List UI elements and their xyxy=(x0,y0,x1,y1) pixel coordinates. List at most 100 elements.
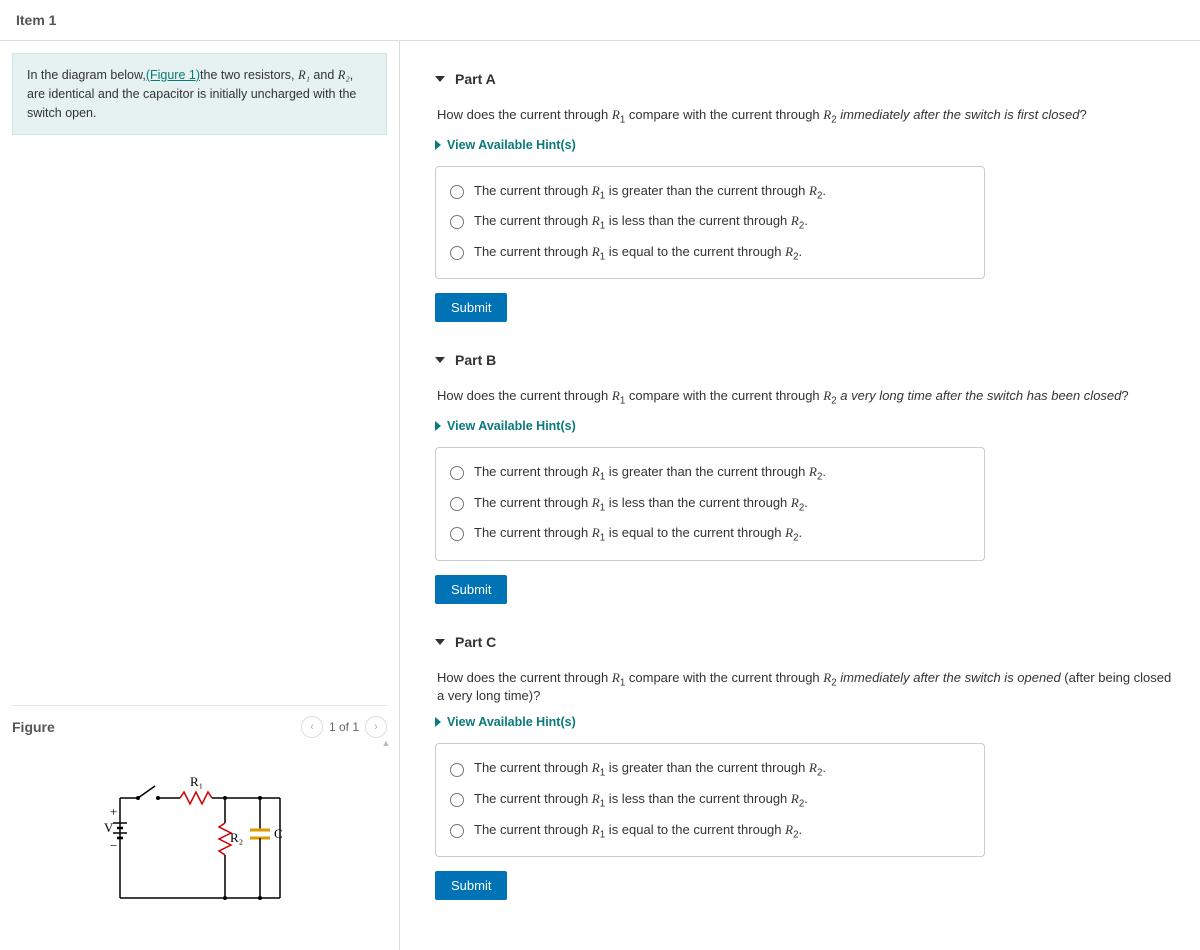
oa2-mid: is less than the current through xyxy=(605,213,791,228)
qb-italic: a very long time after the switch has be… xyxy=(840,388,1121,403)
figure-title: Figure xyxy=(12,719,55,735)
oa3-mid: is equal to the current through xyxy=(605,244,785,259)
part-c-hint[interactable]: View Available Hint(s) xyxy=(435,715,1180,729)
page-title: Item 1 xyxy=(0,0,1200,40)
part-a-radio-1[interactable] xyxy=(450,185,464,199)
part-a-hint[interactable]: View Available Hint(s) xyxy=(435,138,1180,152)
right-panel: Part A How does the current through R1 c… xyxy=(400,41,1200,950)
oa3-pre: The current through xyxy=(474,244,592,259)
pager-text: 1 of 1 xyxy=(329,720,359,734)
qa-end: ? xyxy=(1079,107,1086,122)
part-b-title: Part B xyxy=(455,352,496,368)
part-a-title: Part A xyxy=(455,71,496,87)
oc2-mid: is less than the current through xyxy=(605,791,791,806)
part-a-options: The current through R1 is greater than t… xyxy=(435,166,985,280)
part-b-option-3[interactable]: The current through R1 is equal to the c… xyxy=(450,519,970,550)
oc2-pre: The current through xyxy=(474,791,592,806)
part-a-header[interactable]: Part A xyxy=(435,71,1180,87)
part-a-question: How does the current through R1 compare … xyxy=(437,107,1180,126)
plus-label: + xyxy=(110,804,117,819)
ob3-pre: The current through xyxy=(474,525,592,540)
caret-down-icon xyxy=(435,76,445,82)
part-b-hint[interactable]: View Available Hint(s) xyxy=(435,419,1180,433)
oa1-post: . xyxy=(822,183,826,198)
qb-pre: How does the current through xyxy=(437,388,612,403)
ob1-post: . xyxy=(822,464,826,479)
part-b-radio-1[interactable] xyxy=(450,466,464,480)
part-c-question: How does the current through R1 compare … xyxy=(437,670,1180,704)
qb-end: ? xyxy=(1121,388,1128,403)
qa-italic: immediately after the switch is first cl… xyxy=(840,107,1079,122)
oc3-post: . xyxy=(799,822,803,837)
problem-prefix: In the diagram below, xyxy=(27,68,146,82)
part-a-submit[interactable]: Submit xyxy=(435,293,507,322)
oc3-mid: is equal to the current through xyxy=(605,822,785,837)
ob2-mid: is less than the current through xyxy=(605,495,791,510)
part-b: Part B How does the current through R1 c… xyxy=(435,352,1180,603)
part-b-radio-3[interactable] xyxy=(450,527,464,541)
oa2-post: . xyxy=(804,213,808,228)
ob2-post: . xyxy=(804,495,808,510)
part-c-submit[interactable]: Submit xyxy=(435,871,507,900)
hint-label: View Available Hint(s) xyxy=(447,419,576,433)
qa-mid: compare with the current through xyxy=(625,107,823,122)
circuit-diagram: V + − R₁ R₂ xyxy=(100,768,300,918)
pager-prev[interactable]: ‹ xyxy=(301,716,323,738)
qb-mid: compare with the current through xyxy=(625,388,823,403)
scroll-up-icon: ▲ xyxy=(381,738,391,748)
caret-right-icon xyxy=(435,421,441,431)
ob2-pre: The current through xyxy=(474,495,592,510)
oc1-mid: is greater than the current through xyxy=(605,760,809,775)
problem-after: the two resistors, xyxy=(200,68,298,82)
part-b-option-1[interactable]: The current through R1 is greater than t… xyxy=(450,458,970,489)
part-c-header[interactable]: Part C xyxy=(435,634,1180,650)
part-b-submit[interactable]: Submit xyxy=(435,575,507,604)
ob1-pre: The current through xyxy=(474,464,592,479)
part-b-question: How does the current through R1 compare … xyxy=(437,388,1180,407)
ob1-mid: is greater than the current through xyxy=(605,464,809,479)
part-c-option-1[interactable]: The current through R1 is greater than t… xyxy=(450,754,970,785)
part-b-header[interactable]: Part B xyxy=(435,352,1180,368)
part-a-radio-2[interactable] xyxy=(450,215,464,229)
minus-label: − xyxy=(110,838,117,853)
qc-pre: How does the current through xyxy=(437,670,612,685)
oc1-post: . xyxy=(822,760,826,775)
qc-mid: compare with the current through xyxy=(625,670,823,685)
problem-and: and xyxy=(310,68,338,82)
r2-symbol: R₂ xyxy=(338,68,350,82)
r2-label: R₂ xyxy=(230,830,243,845)
figure-body: ▲ V + − xyxy=(12,738,387,938)
part-b-radio-2[interactable] xyxy=(450,497,464,511)
pager-next[interactable]: › xyxy=(365,716,387,738)
r1-label: R₁ xyxy=(190,774,203,789)
part-a-option-2[interactable]: The current through R1 is less than the … xyxy=(450,207,970,238)
part-c-option-3[interactable]: The current through R1 is equal to the c… xyxy=(450,816,970,847)
part-b-option-2[interactable]: The current through R1 is less than the … xyxy=(450,489,970,520)
ob3-post: . xyxy=(799,525,803,540)
part-c-radio-2[interactable] xyxy=(450,793,464,807)
left-panel: In the diagram below,(Figure 1)the two r… xyxy=(0,41,400,950)
caret-right-icon xyxy=(435,717,441,727)
part-c-title: Part C xyxy=(455,634,496,650)
figure-link[interactable]: (Figure 1) xyxy=(146,68,200,82)
part-c-options: The current through R1 is greater than t… xyxy=(435,743,985,857)
oc3-pre: The current through xyxy=(474,822,592,837)
part-b-options: The current through R1 is greater than t… xyxy=(435,447,985,561)
oc1-pre: The current through xyxy=(474,760,592,775)
part-c-radio-1[interactable] xyxy=(450,763,464,777)
v-label: V xyxy=(104,820,114,835)
oa3-post: . xyxy=(799,244,803,259)
qa-pre: How does the current through xyxy=(437,107,612,122)
figure-scrollbar[interactable]: ▲ xyxy=(383,738,389,938)
part-a-option-1[interactable]: The current through R1 is greater than t… xyxy=(450,177,970,208)
caret-right-icon xyxy=(435,140,441,150)
part-a-radio-3[interactable] xyxy=(450,246,464,260)
caret-down-icon xyxy=(435,639,445,645)
part-c-option-2[interactable]: The current through R1 is less than the … xyxy=(450,785,970,816)
problem-statement: In the diagram below,(Figure 1)the two r… xyxy=(12,53,387,135)
part-a-option-3[interactable]: The current through R1 is equal to the c… xyxy=(450,238,970,269)
oa2-pre: The current through xyxy=(474,213,592,228)
part-c: Part C How does the current through R1 c… xyxy=(435,634,1180,900)
figure-pager: ‹ 1 of 1 › xyxy=(301,716,387,738)
figure-section: Figure ‹ 1 of 1 › ▲ xyxy=(12,705,387,938)
